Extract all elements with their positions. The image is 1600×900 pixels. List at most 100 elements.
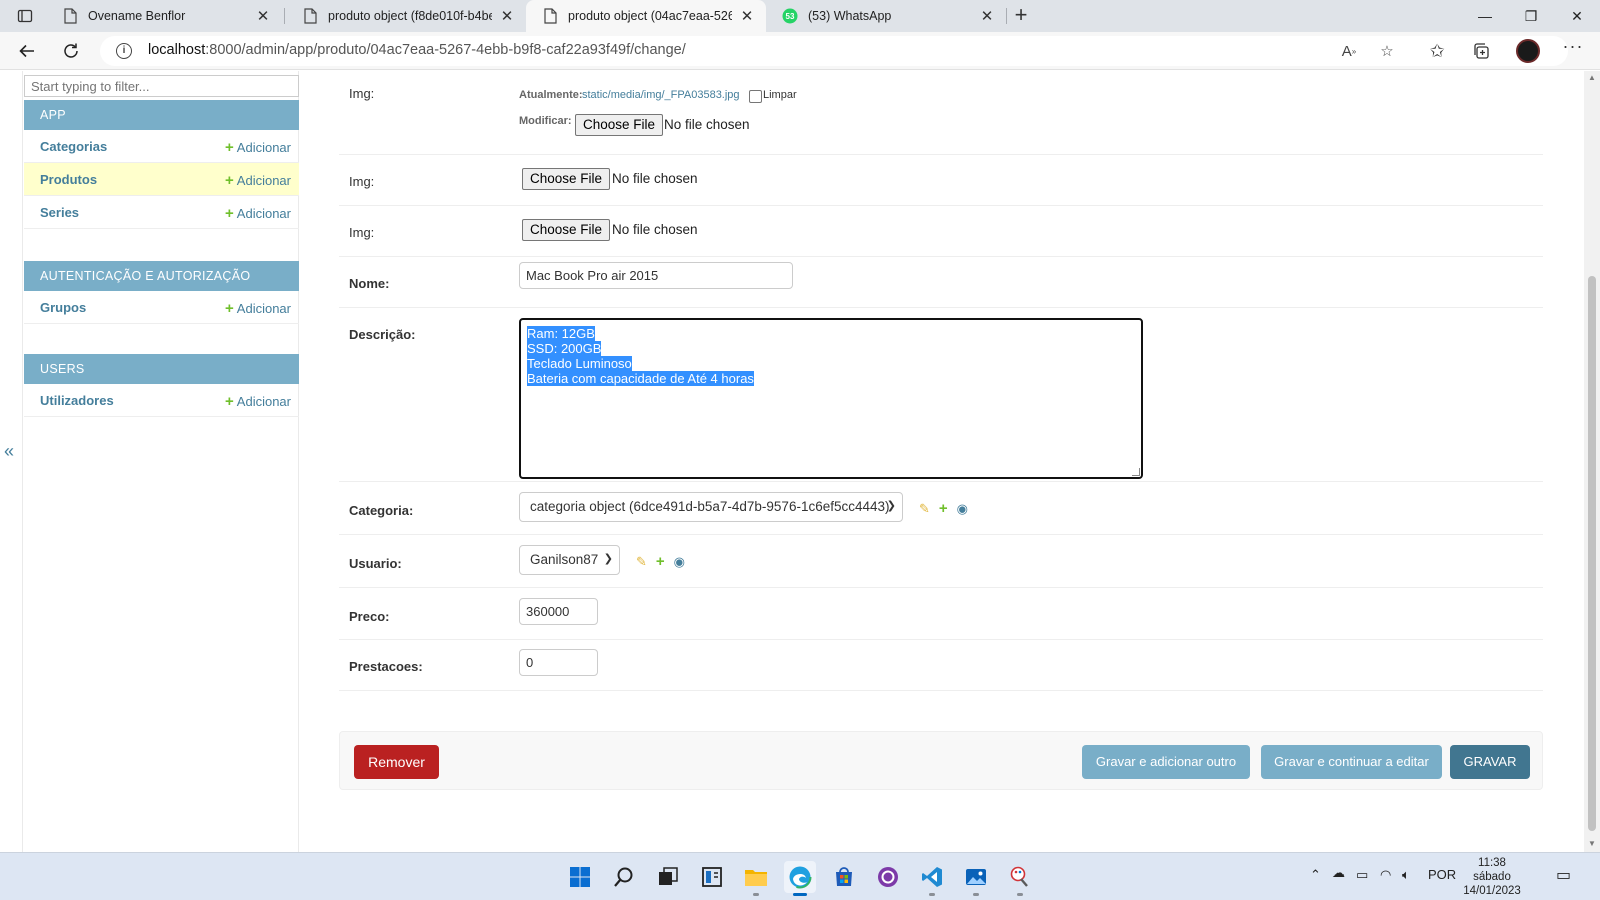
profile-avatar[interactable] — [1516, 39, 1540, 63]
current-file-link[interactable]: static/media/img/_FPA03583.jpg — [582, 89, 740, 101]
new-tab-button[interactable]: + — [1008, 4, 1034, 28]
collections-icon[interactable] — [1466, 37, 1496, 65]
categoria-select[interactable]: categoria object (6dce491d-b5a7-4d7b-957… — [519, 492, 903, 522]
choose-file-button[interactable]: Choose File — [522, 219, 611, 241]
battery-icon[interactable]: ▭ — [1356, 867, 1368, 883]
add-link[interactable]: + Adicionar — [225, 300, 291, 317]
window-close-icon[interactable]: ✕ — [1554, 0, 1600, 32]
close-icon[interactable]: ✕ — [978, 7, 996, 25]
module-caption-app[interactable]: APP — [24, 100, 299, 130]
read-aloud-icon[interactable]: A» — [1336, 39, 1362, 63]
select-value: categoria object (6dce491d-b5a7-4d7b-957… — [530, 499, 890, 514]
browser-tab-strip: Ovename Benflor ✕ produto object (f8de01… — [0, 0, 1600, 32]
sidebar-item-label[interactable]: Categorias — [40, 139, 107, 154]
choose-file-button[interactable]: Choose File — [522, 168, 611, 190]
view-eye-icon[interactable]: ◉ — [674, 554, 685, 570]
add-icon: + — [225, 300, 234, 317]
windows-taskbar: ⌃ ☁ ▭ ◠ 🔈︎ POR 11:38 sábado 14/01/2023 ▭ — [0, 852, 1600, 900]
save-continue-button[interactable]: Gravar e continuar a editar — [1261, 745, 1442, 779]
edit-pencil-icon[interactable]: ✎ — [636, 554, 647, 570]
textarea-line: Ram: 12GB — [527, 326, 595, 341]
field-label-categoria: Categoria: — [349, 503, 414, 518]
add-related-icon[interactable]: + — [656, 553, 665, 570]
tab-whatsapp[interactable]: 53 (53) WhatsApp ✕ — [766, 0, 1006, 32]
wifi-icon[interactable]: ◠ — [1380, 867, 1391, 883]
paint-icon[interactable] — [1004, 861, 1036, 896]
delete-button[interactable]: Remover — [354, 745, 439, 779]
resize-handle[interactable] — [1132, 468, 1140, 476]
toggle-sidebar-button[interactable]: « — [4, 441, 14, 462]
address-bar[interactable]: i localhost:8000/admin/app/produto/04ac7… — [100, 36, 1568, 66]
more-icon[interactable]: ··· — [1560, 36, 1586, 64]
file-status: No file chosen — [612, 171, 698, 186]
clear-checkbox[interactable] — [749, 90, 762, 103]
tab-produto-f8de[interactable]: produto object (f8de010f-b4be-4 ✕ — [286, 0, 526, 32]
related-widget-actions: ✎ + ◉ — [636, 553, 685, 570]
tab-title: Ovename Benflor — [88, 9, 186, 23]
module-caption-auth[interactable]: AUTENTICAÇÃO E AUTORIZAÇÃO — [24, 261, 299, 291]
file-explorer-icon[interactable] — [740, 861, 772, 896]
favorites-icon[interactable]: ✩ — [1422, 37, 1452, 65]
choose-file-button[interactable]: Choose File — [575, 114, 664, 136]
add-link[interactable]: + Adicionar — [225, 205, 291, 222]
search-icon[interactable] — [608, 861, 640, 893]
add-favorite-icon[interactable]: ☆ — [1374, 39, 1400, 63]
close-icon[interactable]: ✕ — [498, 7, 516, 25]
system-clock[interactable]: 11:38 sábado 14/01/2023 — [1452, 856, 1532, 898]
close-icon[interactable]: ✕ — [738, 7, 756, 25]
sidebar-item-label[interactable]: Utilizadores — [40, 393, 114, 408]
field-label-nome: Nome: — [349, 276, 390, 291]
clear-label[interactable]: Limpar — [763, 89, 797, 101]
sidebar-item-categorias: Categorias + Adicionar — [24, 130, 299, 163]
sidebar-item-label[interactable]: Series — [40, 205, 79, 220]
add-link[interactable]: + Adicionar — [225, 393, 291, 410]
prestacoes-input[interactable]: 0 — [519, 649, 598, 676]
photos-icon[interactable] — [960, 861, 992, 896]
scroll-down-icon[interactable]: ▼ — [1587, 839, 1597, 849]
tab-produto-04ac[interactable]: produto object (04ac7eaa-5267-4 ✕ — [526, 0, 766, 32]
close-icon[interactable]: ✕ — [254, 7, 272, 25]
add-link[interactable]: + Adicionar — [225, 172, 291, 189]
task-view-icon[interactable] — [652, 861, 684, 893]
back-icon[interactable] — [12, 37, 42, 65]
scroll-up-icon[interactable]: ▲ — [1587, 73, 1597, 83]
nav-filter-input[interactable] — [24, 75, 299, 97]
add-related-icon[interactable]: + — [939, 500, 948, 517]
tab-ovename[interactable]: Ovename Benflor ✕ — [46, 0, 282, 32]
page-scrollbar[interactable]: ▲ ▼ — [1584, 71, 1600, 852]
restore-icon[interactable]: ❐ — [1508, 0, 1554, 32]
save-add-another-button[interactable]: Gravar e adicionar outro — [1082, 745, 1250, 779]
chevron-up-icon[interactable]: ⌃ — [1310, 867, 1321, 883]
store-icon[interactable] — [828, 861, 860, 893]
volume-icon[interactable]: 🔈︎ — [1402, 867, 1410, 883]
info-icon[interactable]: i — [116, 43, 132, 59]
widgets-icon[interactable] — [696, 861, 728, 893]
notification-icon[interactable]: ▭ — [1556, 865, 1571, 885]
url-text[interactable]: localhost:8000/admin/app/produto/04ac7ea… — [148, 42, 686, 58]
module-caption-users[interactable]: USERS — [24, 354, 299, 384]
refresh-icon[interactable] — [56, 37, 86, 65]
whatsapp-badge: 53 — [786, 12, 795, 21]
tab-actions-icon[interactable] — [8, 4, 42, 28]
add-icon: + — [225, 139, 234, 156]
usuario-select[interactable]: Ganilson87 ❯ — [519, 545, 620, 575]
textarea-line: Teclado Luminoso — [527, 356, 632, 371]
field-label-img: Img: — [349, 174, 375, 189]
vscode-icon[interactable] — [916, 861, 948, 896]
minimize-icon[interactable]: — — [1462, 0, 1508, 32]
save-button[interactable]: GRAVAR — [1450, 745, 1530, 779]
view-eye-icon[interactable]: ◉ — [957, 501, 968, 517]
preco-input[interactable]: 360000 — [519, 598, 598, 625]
sidebar-item-label[interactable]: Grupos — [40, 300, 86, 315]
github-desktop-icon[interactable] — [872, 861, 904, 893]
onedrive-icon[interactable]: ☁ — [1332, 865, 1345, 881]
edit-pencil-icon[interactable]: ✎ — [919, 501, 930, 517]
add-link[interactable]: + Adicionar — [225, 139, 291, 156]
scrollbar-thumb[interactable] — [1588, 276, 1596, 831]
edge-icon[interactable] — [784, 861, 816, 896]
descricao-textarea[interactable]: Ram: 12GB SSD: 200GB Teclado Luminoso Ba… — [519, 318, 1143, 479]
sidebar-item-label[interactable]: Produtos — [40, 172, 97, 187]
sidebar-item-grupos: Grupos + Adicionar — [24, 291, 299, 324]
start-icon[interactable] — [564, 861, 596, 893]
nome-input[interactable]: Mac Book Pro air 2015 — [519, 262, 793, 289]
